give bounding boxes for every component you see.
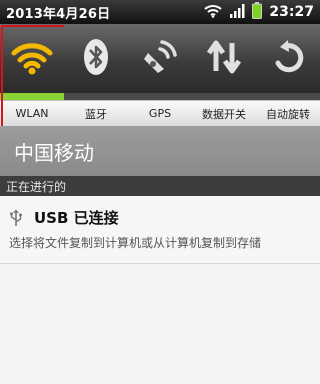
signal-icon [229,3,245,22]
notification-title: USB 已连接 [34,209,119,227]
toggle-label: 数据开关 [192,100,256,126]
wifi-icon [10,39,54,79]
status-bar: 2013年4月26日 23:27 [0,0,320,24]
toggle-indicator [0,93,64,100]
quick-toggle-bar: WLAN 蓝牙 GPS 数据开关 自动旋转 [0,24,320,129]
toggle-label: GPS [128,100,192,126]
carrier-name: 中国移动 [0,126,320,176]
toggle-auto-rotate[interactable]: 自动旋转 [256,24,320,126]
empty-area [0,264,320,384]
toggle-indicator [128,93,192,100]
gps-icon [140,37,180,81]
status-time: 23:27 [269,4,314,20]
status-icons: 23:27 [204,0,314,24]
toggle-wlan[interactable]: WLAN [0,24,67,129]
status-date: 2013年4月26日 [6,7,111,22]
ongoing-section-header: 正在进行的 [0,176,320,196]
auto-rotate-icon [268,37,308,81]
toggle-data[interactable]: 数据开关 [192,24,256,126]
bluetooth-icon [81,37,111,81]
usb-icon [9,209,23,231]
toggle-label: 蓝牙 [64,100,128,126]
toggle-bluetooth[interactable]: 蓝牙 [64,24,128,126]
toggle-indicator [256,93,320,100]
battery-icon [252,1,263,23]
notification-text: 选择将文件复制到计算机或从计算机复制到存储 [9,236,262,250]
usb-notification[interactable]: USB 已连接 选择将文件复制到计算机或从计算机复制到存储 [0,196,320,264]
toggle-label: WLAN [0,100,64,126]
toggle-indicator [64,93,128,100]
toggle-indicator [192,93,256,100]
toggle-gps[interactable]: GPS [128,24,192,126]
toggle-label: 自动旋转 [256,100,320,126]
wifi-icon [204,3,223,22]
data-toggle-icon [204,37,244,81]
